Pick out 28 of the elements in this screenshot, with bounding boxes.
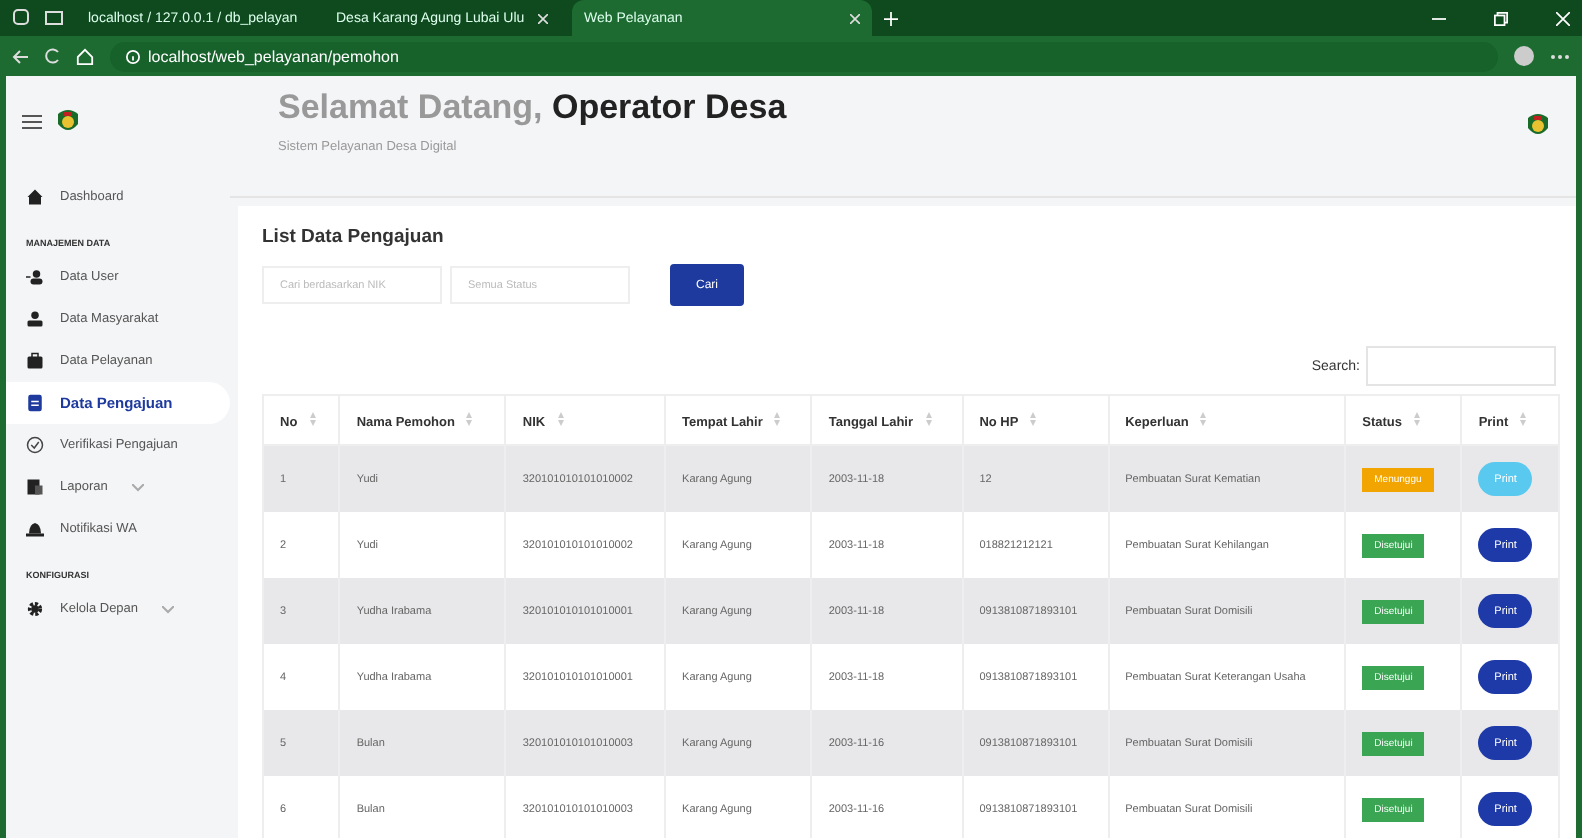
home-icon — [26, 188, 44, 206]
plus-icon[interactable] — [884, 11, 898, 25]
briefcase-icon — [26, 352, 44, 370]
report-icon — [26, 478, 44, 496]
info-icon[interactable] — [126, 49, 140, 63]
restore-icon[interactable] — [1494, 11, 1508, 25]
card-title: List Data Pengajuan — [262, 226, 446, 248]
emblem-icon — [1524, 112, 1552, 140]
back-icon[interactable] — [12, 49, 28, 63]
people-icon — [26, 310, 44, 328]
workspaces-icon[interactable] — [12, 8, 32, 28]
file-icon — [26, 394, 44, 412]
address-bar[interactable]: localhost/web_pelayanan/pemohon — [110, 41, 1498, 71]
check-icon — [26, 436, 44, 454]
close-icon[interactable] — [538, 13, 548, 23]
more-icon[interactable] — [1550, 53, 1570, 59]
users-icon — [26, 268, 44, 286]
menu-icon[interactable] — [22, 114, 42, 130]
bell-icon — [26, 520, 44, 538]
profile-icon[interactable] — [1514, 46, 1534, 66]
emblem-icon — [54, 108, 82, 136]
table-search-field[interactable] — [1366, 346, 1556, 386]
tab-actions-icon[interactable] — [44, 8, 64, 28]
close-icon[interactable] — [850, 13, 860, 23]
reload-icon[interactable] — [44, 48, 60, 64]
welcome-heading: Selamat Datang, Operator Desa — [278, 88, 789, 128]
gear-icon — [26, 600, 44, 618]
home-icon[interactable] — [76, 47, 94, 65]
